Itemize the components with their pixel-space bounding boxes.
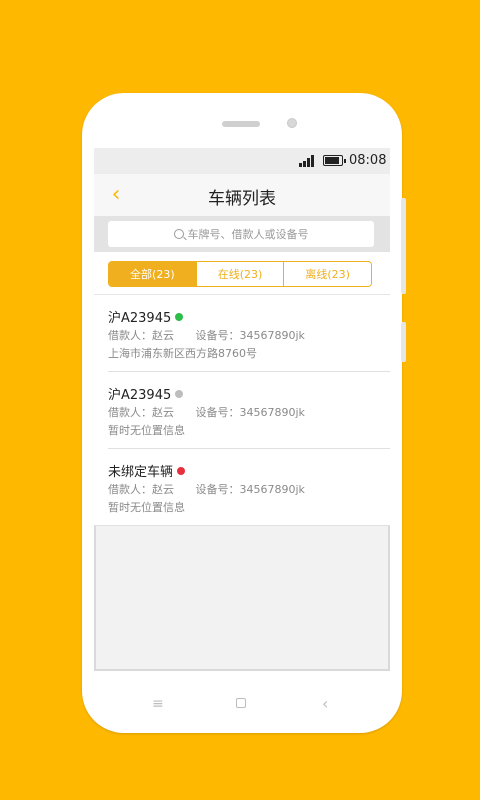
device-label: 设备号：34567890jk xyxy=(195,483,305,496)
filter-tabs: 全部(23) 在线(23) 离线(23) xyxy=(108,261,372,287)
menu-icon[interactable]: ≡ xyxy=(152,696,164,712)
home-icon[interactable] xyxy=(236,698,246,708)
speaker-grille xyxy=(222,121,260,127)
vehicle-item[interactable]: 未绑定车辆 借款人：赵云 设备号：34567890jk 暂时无位置信息 xyxy=(94,449,390,526)
volume-button xyxy=(401,322,406,362)
device-label: 设备号：34567890jk xyxy=(195,329,305,342)
signal-icon xyxy=(299,155,317,167)
borrower-label: 借款人：赵云 xyxy=(108,329,174,342)
back-arrow-icon[interactable]: ‹ xyxy=(322,696,328,712)
search-icon xyxy=(173,229,184,239)
front-camera-icon xyxy=(287,118,297,128)
search-bar: 车牌号、借款人或设备号 xyxy=(94,216,390,252)
status-dot-icon xyxy=(175,389,184,398)
vehicle-item[interactable]: 沪A23945 借款人：赵云 设备号：34567890jk 暂时无位置信息 xyxy=(108,372,390,449)
vehicle-item[interactable]: 沪A23945 借款人：赵云 设备号：34567890jk 上海市浦东新区西方路… xyxy=(108,295,390,372)
status-dot-icon xyxy=(177,466,186,475)
vehicle-list: 沪A23945 借款人：赵云 设备号：34567890jk 上海市浦东新区西方路… xyxy=(94,295,390,526)
tab-all[interactable]: 全部(23) xyxy=(109,262,196,286)
tab-online[interactable]: 在线(23) xyxy=(195,262,284,286)
filter-tabs-container: 全部(23) 在线(23) 离线(23) xyxy=(94,252,390,295)
status-time: 08:08 xyxy=(349,153,387,168)
vehicle-plate: 未绑定车辆 xyxy=(108,465,174,480)
borrower-label: 借款人：赵云 xyxy=(108,406,174,419)
device-label: 设备号：34567890jk xyxy=(195,406,305,419)
search-placeholder: 车牌号、借款人或设备号 xyxy=(187,228,309,241)
page-title: 车辆列表 xyxy=(208,189,276,209)
vehicle-location: 上海市浦东新区西方路8760号 xyxy=(108,347,257,360)
status-dot-icon xyxy=(175,312,184,321)
battery-icon xyxy=(323,155,346,166)
power-button xyxy=(401,198,406,294)
search-input[interactable]: 车牌号、借款人或设备号 xyxy=(108,221,374,247)
nav-bar: ‹ 车辆列表 xyxy=(94,174,390,216)
borrower-label: 借款人：赵云 xyxy=(108,483,174,496)
vehicle-location: 暂时无位置信息 xyxy=(108,424,185,437)
vehicle-plate: 沪A23945 xyxy=(108,311,172,326)
tab-offline[interactable]: 离线(23) xyxy=(283,262,371,286)
status-bar: 08:08 xyxy=(94,148,390,174)
system-nav-bar: ≡ ‹ xyxy=(82,686,402,722)
app-screen: 08:08 ‹ 车辆列表 车牌号、借款人或设备号 全部(23) 在线(23) 离… xyxy=(94,148,390,671)
vehicle-location: 暂时无位置信息 xyxy=(108,501,185,514)
vehicle-plate: 沪A23945 xyxy=(108,388,172,403)
